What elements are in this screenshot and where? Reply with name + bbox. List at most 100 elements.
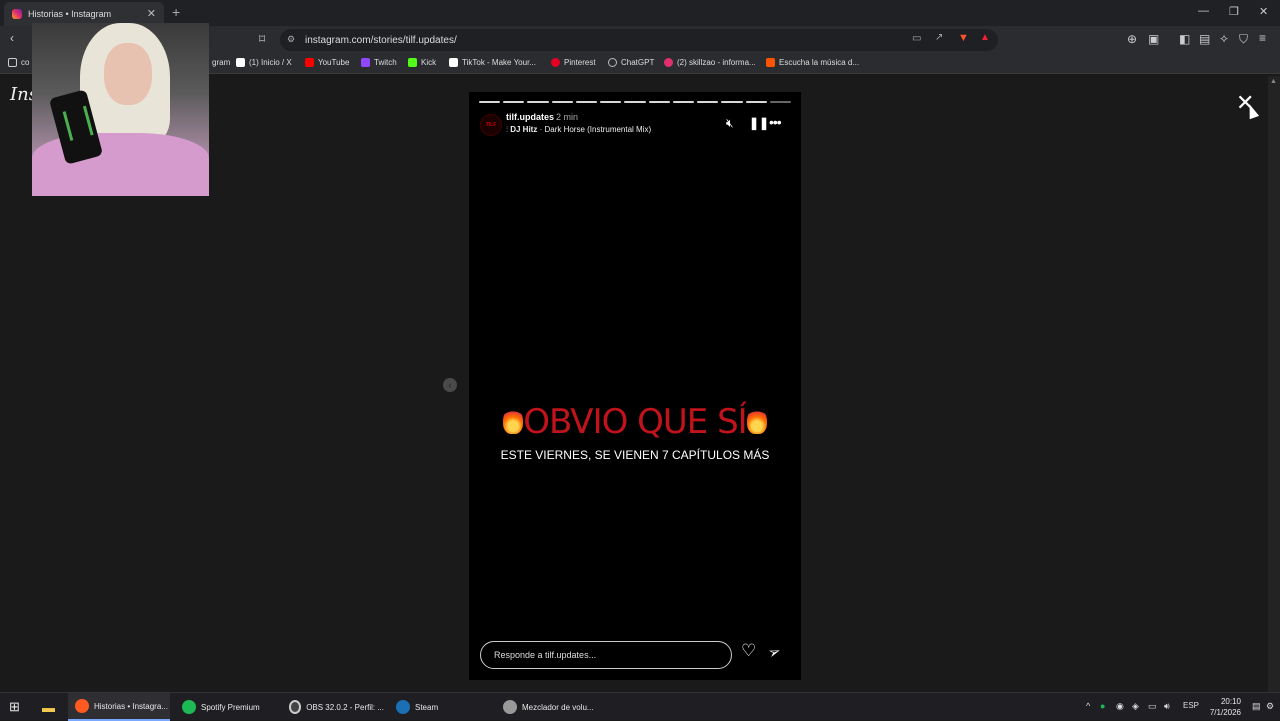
bookmark-item[interactable]: (2) skillzao - informa...	[664, 58, 756, 67]
story-progress-segment	[745, 101, 767, 103]
bookmark-item[interactable]: (1) Inicio / X	[236, 58, 292, 67]
story-progress-segment	[697, 101, 719, 103]
vpn-icon[interactable]: ⛉	[1239, 32, 1248, 47]
story-subtitle: ESTE VIERNES, SE VIENEN 7 CAPÍTULOS MÁS	[500, 448, 770, 462]
story-viewer[interactable]: TILF tilf.updates 2 min ⫶ DJ Hitz · Dark…	[469, 92, 801, 680]
webcam-person-hoodie	[32, 133, 209, 196]
bookmark-item[interactable]: YouTube	[305, 58, 349, 67]
taskbar-item-browser[interactable]: Historias • Instagra...	[68, 693, 170, 721]
clock[interactable]: 20:10 7/1/2026	[1205, 696, 1241, 718]
soundcloud-icon	[766, 58, 775, 67]
clock-time: 20:10	[1220, 697, 1241, 706]
bookmark-item[interactable]: Pinterest	[551, 58, 596, 67]
pinterest-icon	[551, 58, 560, 67]
folder-icon	[8, 58, 17, 67]
webcam-person-face	[104, 43, 152, 105]
scroll-up-arrow-icon[interactable]: ▲	[1270, 78, 1277, 85]
mute-icon[interactable]: 🔇︎	[726, 116, 734, 131]
story-progress-segment	[527, 101, 549, 103]
story-progress-segment	[672, 101, 695, 103]
bookmark-item[interactable]: Kick	[408, 58, 436, 67]
steam-tray-icon[interactable]: ◈	[1132, 701, 1139, 712]
chatgpt-icon	[608, 58, 617, 67]
start-button[interactable]: ⊞	[9, 693, 20, 721]
story-progress-segment	[503, 101, 525, 103]
tiktok-icon	[449, 58, 458, 67]
instagram-icon	[664, 58, 673, 67]
menu-icon[interactable]: ≡	[1259, 31, 1266, 45]
instagram-favicon-icon	[12, 9, 22, 19]
restore-window-button[interactable]: ❐	[1229, 5, 1239, 18]
story-avatar[interactable]: TILF	[480, 114, 502, 136]
tray-app-icon[interactable]: ◉	[1116, 701, 1124, 712]
scrollbar[interactable]: ▲	[1268, 76, 1280, 692]
leo-ai-icon[interactable]: ✧	[1219, 32, 1229, 46]
wallet-icon[interactable]: ▤	[1199, 32, 1210, 46]
bookmark-folder[interactable]: co	[8, 58, 29, 67]
taskbar-item-steam[interactable]: Steam	[389, 693, 491, 721]
tab-title: Historias • Instagram	[28, 9, 112, 19]
fire-emoji-icon	[746, 407, 767, 434]
story-progress-segment	[769, 101, 792, 103]
pause-icon[interactable]: ❚❚	[749, 116, 769, 130]
bookmark-item[interactable]: gram	[212, 58, 230, 67]
fire-emoji-icon	[503, 407, 524, 434]
network-icon[interactable]: ▭	[1148, 701, 1157, 712]
story-progress-segment	[479, 101, 501, 103]
share-icon[interactable]: ↗	[935, 32, 943, 43]
mouse-cursor	[1244, 102, 1260, 120]
kick-icon	[408, 58, 417, 67]
back-button[interactable]: ‹	[10, 31, 14, 45]
brave-shields-icon[interactable]: ▼	[958, 32, 969, 44]
show-hidden-icons-icon[interactable]: ^	[1086, 701, 1090, 711]
minimize-window-button[interactable]: —	[1198, 5, 1209, 17]
file-explorer-icon[interactable]: ▬	[42, 693, 55, 721]
story-progress-segment	[648, 101, 670, 103]
story-username[interactable]: tilf.updates	[506, 112, 554, 122]
cast-icon[interactable]: ▭	[912, 33, 921, 44]
site-info-icon[interactable]: ⚙	[287, 34, 295, 45]
story-progress-segment	[721, 101, 743, 103]
taskbar-item-obs[interactable]: OBS 32.0.2 - Perfil: ...	[282, 693, 384, 721]
close-window-button[interactable]: ✕	[1259, 5, 1268, 18]
spotify-tray-icon[interactable]: ●	[1100, 701, 1105, 711]
notifications-icon[interactable]: ▤	[1252, 701, 1261, 712]
bookmark-page-icon[interactable]: ⌑	[259, 32, 265, 46]
brave-icon	[75, 699, 89, 713]
twitch-icon	[361, 58, 370, 67]
address-bar[interactable]: ⚙ instagram.com/stories/tilf.updates/ ▭ …	[280, 29, 998, 51]
extensions-icon[interactable]: ⊕	[1127, 32, 1137, 46]
new-tab-button[interactable]: +	[172, 4, 180, 20]
story-headline: OBVIO QUE SÍ	[469, 402, 801, 442]
taskbar-item-spotify[interactable]: Spotify Premium	[175, 693, 277, 721]
clock-date: 7/1/2026	[1209, 708, 1241, 717]
bookmark-item[interactable]: TikTok - Make Your...	[449, 58, 536, 67]
language-indicator[interactable]: ESP	[1183, 701, 1199, 710]
more-options-icon[interactable]: •••	[769, 114, 782, 130]
story-progress-segment	[551, 101, 573, 103]
bookmark-item[interactable]: Escucha la música d...	[766, 58, 859, 67]
settings-gear-icon[interactable]: ⚙	[1266, 701, 1274, 712]
bookmark-item[interactable]: Twitch	[361, 58, 397, 67]
sidebar-icon[interactable]: ◧	[1179, 32, 1190, 46]
bookmark-item[interactable]: ChatGPT	[608, 58, 654, 67]
volume-mixer-icon	[503, 700, 517, 714]
spotify-icon	[182, 700, 196, 714]
close-tab-icon[interactable]: ✕	[147, 7, 156, 20]
obs-icon	[289, 700, 302, 714]
story-music-label[interactable]: ⫶ DJ Hitz · Dark Horse (Instrumental Mix…	[506, 125, 651, 135]
steam-icon	[396, 700, 410, 714]
story-progress-bar	[479, 101, 792, 103]
tab-search-icon[interactable]: ▣	[1148, 32, 1159, 46]
url-text: instagram.com/stories/tilf.updates/	[305, 34, 457, 46]
brave-rewards-icon[interactable]: ▲	[980, 32, 990, 43]
like-heart-icon[interactable]: ♡	[741, 641, 756, 661]
taskbar-item-volume-mixer[interactable]: Mezclador de volu...	[496, 693, 598, 721]
previous-story-button[interactable]: ‹	[443, 378, 457, 392]
send-direct-icon[interactable]: ➢	[765, 641, 784, 662]
story-time: 2 min	[556, 112, 579, 122]
volume-icon[interactable]: 🔊︎	[1164, 701, 1170, 712]
reply-input[interactable]: Responde a tilf.updates...	[480, 641, 732, 669]
story-progress-segment	[600, 101, 622, 103]
windows-taskbar: ⊞ ▬ Historias • Instagra... Spotify Prem…	[0, 692, 1280, 721]
